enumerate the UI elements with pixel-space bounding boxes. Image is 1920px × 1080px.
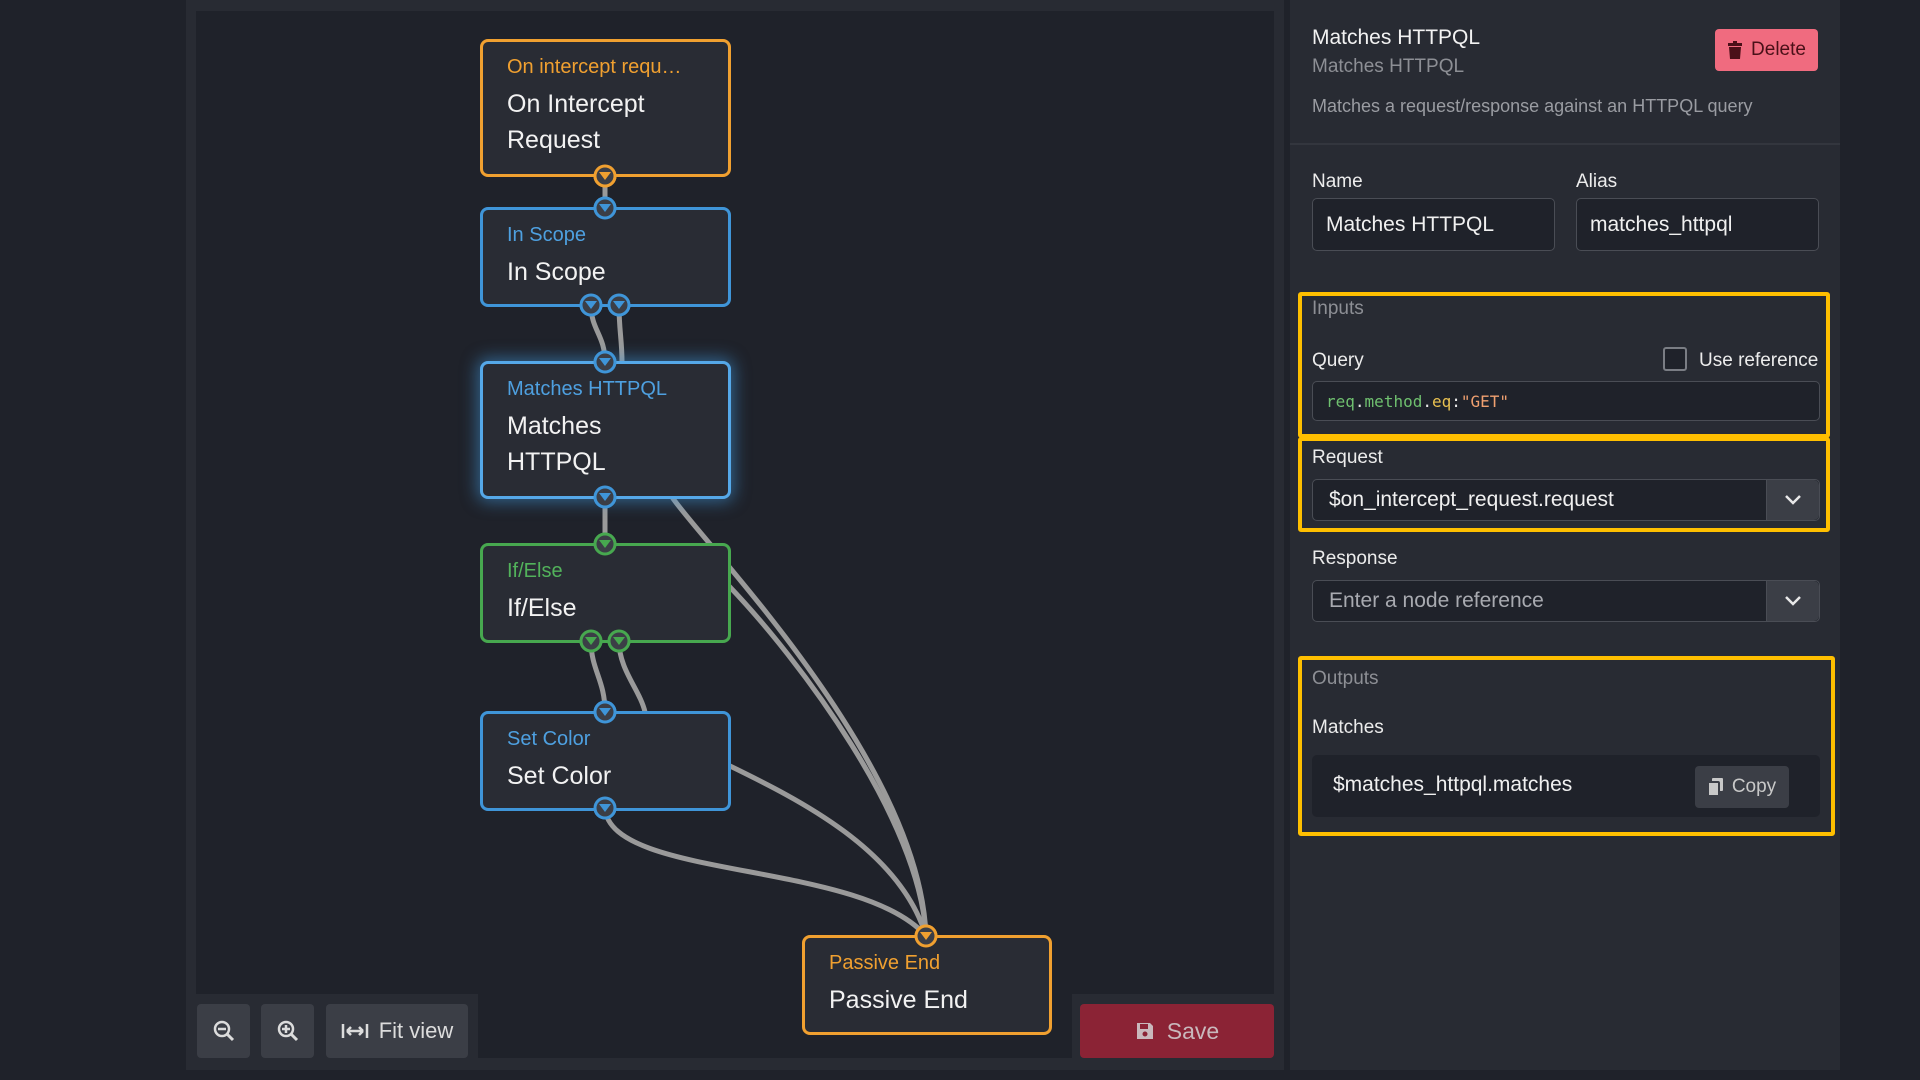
request-dropdown-button[interactable] [1766,480,1819,520]
delete-label: Delete [1751,39,1806,60]
matches-output-value: $matches_httpql.matches [1333,773,1573,796]
request-select[interactable]: $on_intercept_request.request [1312,479,1820,521]
node-name-label: Passive End [829,986,968,1014]
node-if-else[interactable]: If/Else If/Else [480,543,731,643]
node-matches-httpql[interactable]: Matches HTTPQL Matches HTTPQL [480,361,731,499]
query-label: Query [1312,350,1364,371]
matches-label: Matches [1312,717,1384,738]
node-type-label: If/Else [507,560,563,582]
fit-view-label: Fit view [378,1018,454,1043]
use-reference-label: Use reference [1699,350,1819,371]
name-field[interactable]: Matches HTTPQL [1312,198,1555,251]
copy-icon [1707,778,1723,796]
alias-field[interactable]: matches_httpql [1576,198,1819,251]
chevron-down-icon [1785,495,1801,505]
inputs-heading: Inputs [1312,298,1364,319]
node-set-color[interactable]: Set Color Set Color [480,711,731,811]
name-label: Name [1312,171,1363,192]
response-label: Response [1312,548,1398,569]
panel-header: Matches HTTPQL Matches HTTPQL Matches a … [1290,0,1840,145]
request-label: Request [1312,447,1383,468]
panel-description: Matches a request/response against an HT… [1312,96,1753,116]
zoom-out-icon [213,1020,234,1042]
chevron-down-icon [1785,596,1801,606]
zoom-in-button[interactable] [261,1004,314,1058]
alias-label: Alias [1576,171,1618,192]
node-name-label: On Intercept Request [507,90,645,154]
save-label: Save [1166,1017,1220,1044]
node-passive-end[interactable]: Passive End Passive End [802,935,1052,1035]
zoom-out-button[interactable] [197,1004,250,1058]
node-properties-panel: Matches HTTPQL Matches HTTPQL Matches a … [1290,0,1840,1070]
response-select[interactable]: Enter a node reference [1312,580,1820,622]
workflow-canvas[interactable] [196,11,1274,1058]
use-reference-checkbox[interactable] [1663,347,1687,371]
node-type-label: In Scope [507,224,586,246]
save-icon [1136,1023,1153,1039]
outputs-heading: Outputs [1312,668,1379,689]
copy-button[interactable]: Copy [1695,766,1789,808]
save-button[interactable]: Save [1080,1004,1274,1058]
node-type-label: Set Color [507,728,591,750]
response-dropdown-button[interactable] [1766,581,1819,621]
query-code-editor[interactable]: req. method. eq: "GET" [1312,381,1820,421]
node-type-label: On intercept requ… [507,56,682,78]
node-name-label: In Scope [507,258,606,286]
fit-view-icon [341,1024,368,1038]
node-name-label: Matches HTTPQL [507,412,606,476]
delete-button[interactable]: Delete [1715,29,1818,71]
node-type-label: Matches HTTPQL [507,378,668,400]
panel-title: Matches HTTPQL [1312,26,1481,49]
matches-output: $matches_httpql.matches Copy [1312,755,1820,817]
panel-subtitle: Matches HTTPQL [1312,56,1465,77]
zoom-in-icon [277,1020,298,1042]
node-type-label: Passive End [829,952,941,974]
copy-label: Copy [1731,776,1777,797]
node-name-label: If/Else [507,594,577,622]
fit-view-button[interactable]: Fit view [326,1004,468,1058]
trash-icon [1728,41,1743,59]
node-in-scope[interactable]: In Scope In Scope [480,207,731,307]
node-on-intercept-request[interactable]: On intercept requ… On Intercept Request [480,39,731,177]
node-name-label: Set Color [507,762,612,790]
